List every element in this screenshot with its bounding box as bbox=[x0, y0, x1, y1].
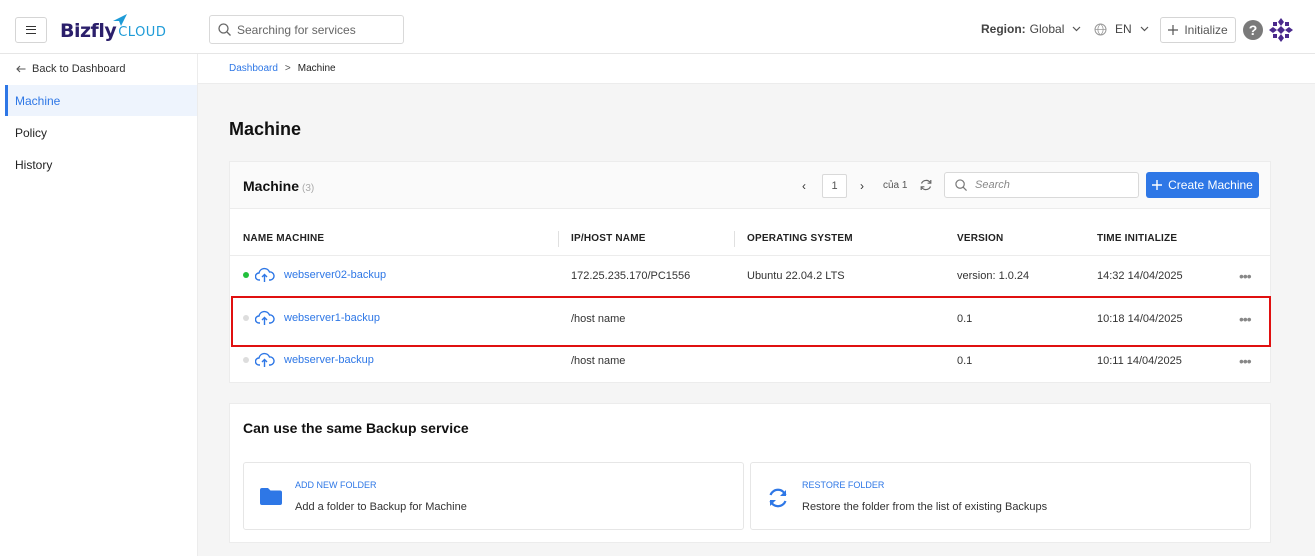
create-machine-label: Create Machine bbox=[1168, 178, 1253, 192]
breadcrumb-current: Machine bbox=[297, 63, 336, 74]
help-icon[interactable]: ? bbox=[1243, 20, 1263, 40]
column-header-os: OPERATING SYSTEM bbox=[747, 233, 853, 244]
page-title: Machine bbox=[229, 119, 302, 139]
option-description: Restore the folder from the list of exis… bbox=[802, 501, 1048, 513]
breadcrumb: Dashboard > Machine bbox=[198, 54, 1315, 84]
machine-count: (3) bbox=[302, 183, 315, 194]
column-header-name: NAME MACHINE bbox=[243, 233, 325, 244]
search-placeholder: Search bbox=[975, 179, 1010, 191]
status-online-dot bbox=[243, 272, 249, 278]
pager-page-input[interactable]: 1 bbox=[822, 174, 847, 198]
plus-icon bbox=[1152, 180, 1163, 190]
column-header-host: IP/HOST NAME bbox=[571, 233, 646, 244]
machine-name-cell: webserver-backup bbox=[243, 352, 374, 368]
search-icon bbox=[218, 23, 231, 36]
version-cell: 0.1 bbox=[957, 355, 973, 367]
search-icon bbox=[955, 179, 967, 191]
backup-card-title: Can use the same Backup service bbox=[243, 420, 469, 436]
version-cell: version: 1.0.24 bbox=[957, 270, 1030, 282]
create-machine-button[interactable]: Create Machine bbox=[1146, 172, 1259, 198]
menu-button[interactable] bbox=[15, 17, 47, 43]
column-header-time: TIME INITIALIZE bbox=[1097, 233, 1178, 244]
sidebar-item-label: Machine bbox=[15, 93, 61, 108]
service-search-input[interactable]: Searching for services bbox=[209, 15, 404, 44]
language-selector[interactable]: EN bbox=[1094, 22, 1149, 36]
column-header-version: VERSION bbox=[957, 233, 1004, 244]
chevron-down-icon bbox=[1140, 26, 1149, 32]
column-divider bbox=[558, 231, 559, 247]
breadcrumb-dashboard-link[interactable]: Dashboard bbox=[229, 63, 278, 74]
cloud-upload-icon bbox=[255, 267, 275, 282]
machine-name-cell: webserver02-backup bbox=[243, 267, 386, 283]
restore-icon bbox=[769, 488, 787, 508]
host-cell: 172.25.235.170/PC1556 bbox=[571, 270, 691, 282]
status-offline-dot bbox=[243, 357, 249, 363]
sidebar-item-policy[interactable]: Policy bbox=[5, 117, 197, 148]
option-title: RESTORE FOLDER bbox=[802, 480, 885, 490]
hamburger-icon bbox=[26, 26, 36, 34]
more-options-icon[interactable]: ••• bbox=[1239, 353, 1252, 369]
breadcrumb-separator: > bbox=[284, 63, 291, 74]
region-label: Region: bbox=[981, 22, 1026, 36]
host-cell: /host name bbox=[571, 355, 626, 367]
folder-icon bbox=[260, 488, 282, 505]
highlight-box bbox=[231, 296, 1271, 347]
pager-prev-button[interactable]: ‹ bbox=[802, 179, 806, 193]
cloud-upload-icon bbox=[255, 352, 275, 367]
sidebar-item-label: History bbox=[15, 157, 53, 172]
time-cell: 14:32 14/04/2025 bbox=[1097, 270, 1183, 282]
globe-icon bbox=[1094, 23, 1107, 35]
refresh-icon[interactable] bbox=[919, 178, 933, 192]
bizfly-logo[interactable]: Bizfly CLOUD bbox=[60, 14, 167, 42]
logo-bird-icon bbox=[113, 14, 127, 26]
time-cell: 10:11 14/04/2025 bbox=[1097, 355, 1182, 367]
language-value: EN bbox=[1115, 22, 1132, 36]
initialize-button[interactable]: Initialize bbox=[1160, 17, 1236, 43]
back-label: Back to Dashboard bbox=[32, 63, 126, 75]
machine-name-link[interactable]: webserver-backup bbox=[284, 354, 374, 366]
more-options-icon[interactable]: ••• bbox=[1239, 268, 1252, 284]
option-title: ADD NEW FOLDER bbox=[295, 480, 377, 490]
card-title-text: Machine bbox=[243, 178, 300, 194]
initialize-label: Initialize bbox=[1184, 23, 1228, 37]
table-row[interactable]: webserver-backup /host name 0.1 10:11 14… bbox=[230, 341, 1270, 384]
table-row[interactable]: webserver02-backup 172.25.235.170/PC1556… bbox=[230, 256, 1270, 299]
logo-suffix: CLOUD bbox=[118, 25, 167, 40]
sidebar-item-label: Policy bbox=[15, 125, 48, 140]
pager-next-button[interactable]: › bbox=[860, 179, 864, 193]
region-selector[interactable]: Region: Global bbox=[981, 22, 1081, 36]
add-new-folder-option[interactable]: ADD NEW FOLDER Add a folder to Backup fo… bbox=[243, 462, 744, 530]
chevron-down-icon bbox=[1072, 26, 1081, 32]
plus-icon bbox=[1168, 25, 1179, 35]
backup-service-card: Can use the same Backup service ADD NEW … bbox=[229, 403, 1271, 543]
column-divider bbox=[734, 231, 735, 247]
pager-total: của 1 bbox=[883, 180, 908, 191]
sidebar: Back to Dashboard Machine Policy History bbox=[0, 54, 198, 556]
region-value: Global bbox=[1029, 22, 1065, 36]
machine-card: Machine (3) ‹ 1 › của 1 Search Create Mac… bbox=[229, 161, 1271, 383]
option-description: Add a folder to Backup for Machine bbox=[295, 501, 467, 513]
machine-card-title: Machine (3) bbox=[243, 178, 314, 194]
machine-search-input[interactable]: Search bbox=[944, 172, 1139, 198]
arrow-left-icon bbox=[16, 65, 26, 73]
logo-text: Bizfly bbox=[60, 20, 117, 42]
os-cell: Ubuntu 22.04.2 LTS bbox=[747, 270, 845, 282]
top-header: Bizfly CLOUD Searching for services Regi… bbox=[0, 0, 1315, 54]
restore-folder-option[interactable]: RESTORE FOLDER Restore the folder from t… bbox=[750, 462, 1251, 530]
avatar[interactable] bbox=[1268, 17, 1294, 43]
machine-card-header: Machine (3) ‹ 1 › của 1 Search Create Mac… bbox=[230, 162, 1270, 209]
sidebar-item-machine[interactable]: Machine bbox=[5, 85, 197, 116]
table-header: NAME MACHINE IP/HOST NAME OPERATING SYST… bbox=[230, 209, 1270, 256]
sidebar-item-history[interactable]: History bbox=[5, 149, 197, 180]
machine-name-link[interactable]: webserver02-backup bbox=[284, 269, 386, 281]
search-placeholder: Searching for services bbox=[237, 22, 356, 37]
back-to-dashboard-link[interactable]: Back to Dashboard bbox=[16, 63, 126, 75]
